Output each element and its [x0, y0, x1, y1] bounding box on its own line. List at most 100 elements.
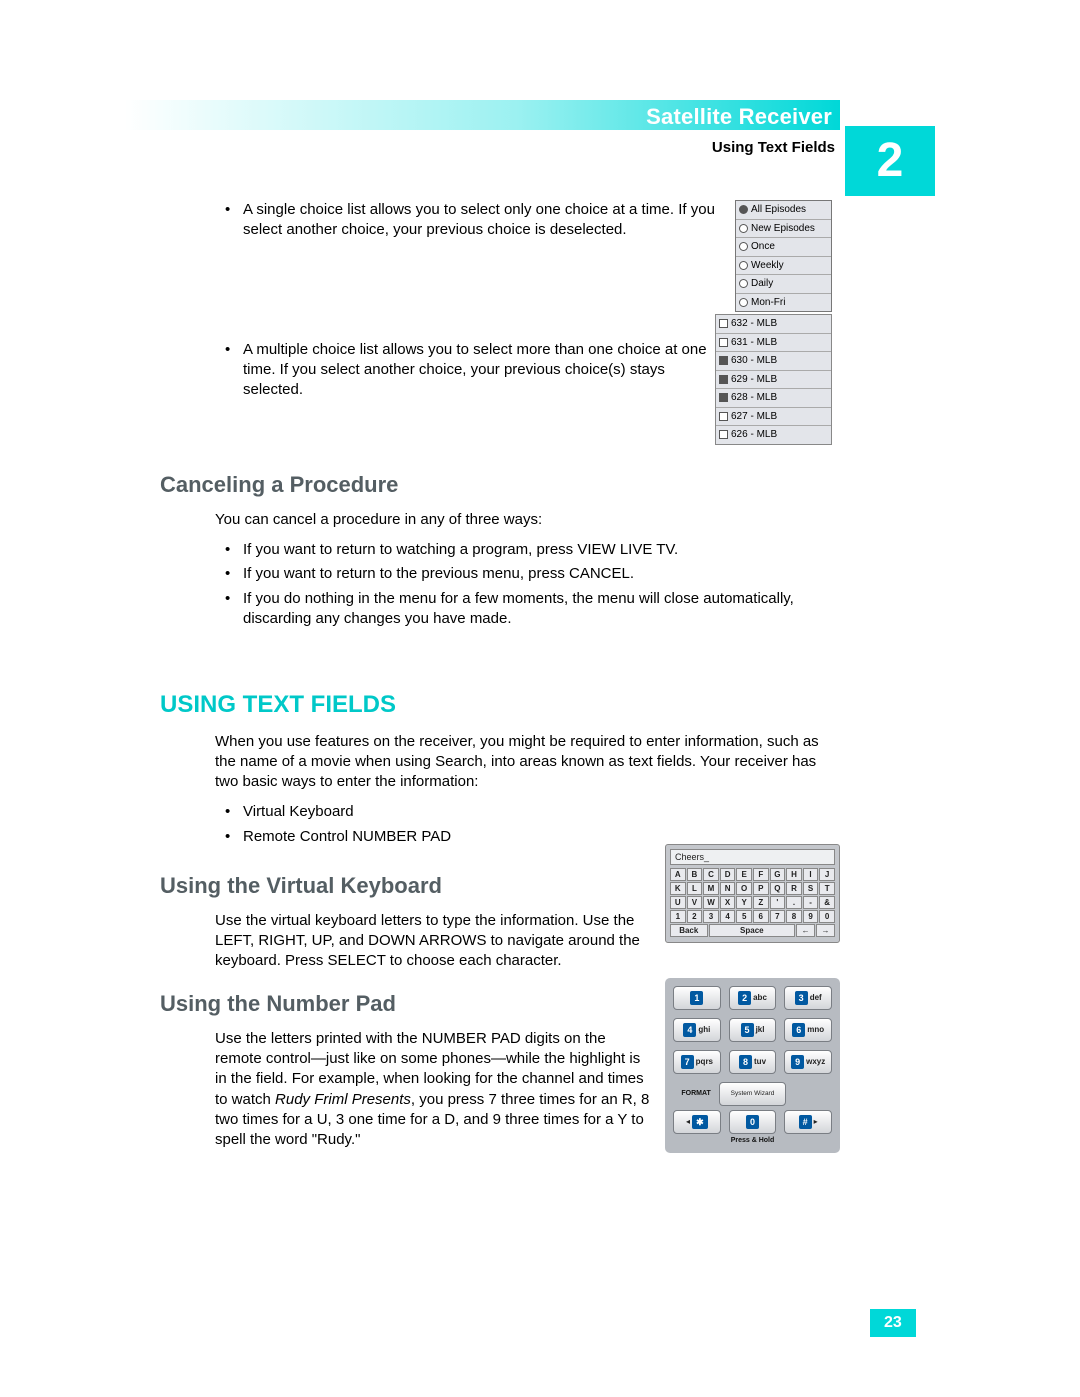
numpad-body: Use the letters printed with the NUMBER …: [215, 1029, 655, 1151]
keyboard-key: C: [703, 868, 719, 881]
keyboard-key: W: [703, 896, 719, 909]
radio-icon: [739, 242, 748, 251]
checkbox-icon: [719, 356, 728, 365]
keyboard-key: Y: [736, 896, 752, 909]
list-item: 630 - MLB: [716, 352, 831, 371]
keyboard-key: H: [786, 868, 802, 881]
keyboard-key: X: [720, 896, 736, 909]
checkbox-icon: [719, 393, 728, 402]
list-item: 629 - MLB: [716, 371, 831, 390]
list-item: 627 - MLB: [716, 408, 831, 427]
numpad-key: 4ghi: [673, 1018, 721, 1042]
keyboard-key: D: [720, 868, 736, 881]
keyboard-key: 0: [819, 910, 835, 923]
keyboard-key: F: [753, 868, 769, 881]
numpad-key-zero: 0: [729, 1110, 777, 1134]
radio-icon: [739, 279, 748, 288]
numpad-key: 5jkl: [729, 1018, 777, 1042]
keyboard-key: .: [786, 896, 802, 909]
figure-virtual-keyboard: Cheers_ ABCDEFGHIJKLMNOPQRSTUVWXYZ'.-&12…: [665, 844, 840, 943]
keyboard-key: 8: [786, 910, 802, 923]
radio-icon: [739, 261, 748, 270]
figure-number-pad: 1 2abc 3def 4ghi 5jkl 6mno 7pqrs 8tuv 9wxyz FORM…: [665, 978, 840, 1153]
numpad-key: 3def: [784, 986, 832, 1010]
list-item: Once: [736, 238, 831, 257]
keyboard-key: O: [736, 882, 752, 895]
keyboard-key: 9: [803, 910, 819, 923]
text-method-item: Virtual Keyboard: [215, 802, 840, 822]
list-item: 632 - MLB: [716, 315, 831, 334]
keyboard-key: K: [670, 882, 686, 895]
list-item: Daily: [736, 275, 831, 294]
keyboard-key: ': [770, 896, 786, 909]
keyboard-key: -: [803, 896, 819, 909]
keyboard-key: A: [670, 868, 686, 881]
numpad-key-star: ◂ ✱: [673, 1110, 721, 1134]
keyboard-key: Q: [770, 882, 786, 895]
keyboard-key: 1: [670, 910, 686, 923]
numpad-key: 8tuv: [729, 1050, 777, 1074]
keyboard-key: 6: [753, 910, 769, 923]
numpad-key-hash: # ▸: [784, 1110, 832, 1134]
radio-icon: [739, 224, 748, 233]
keyboard-key: P: [753, 882, 769, 895]
keyboard-key: 2: [687, 910, 703, 923]
list-item: All Episodes: [736, 201, 831, 220]
keyboard-key: M: [703, 882, 719, 895]
numpad-key: 9wxyz: [784, 1050, 832, 1074]
cancel-item: If you do nothing in the menu for a few …: [215, 589, 840, 630]
keyboard-key: R: [786, 882, 802, 895]
keyboard-key: G: [770, 868, 786, 881]
keyboard-key: I: [803, 868, 819, 881]
keyboard-key: S: [803, 882, 819, 895]
keyboard-key-back: Back: [670, 924, 708, 937]
list-item: 626 - MLB: [716, 426, 831, 444]
keyboard-key: 4: [720, 910, 736, 923]
numpad-press-hold: Press & Hold: [673, 1136, 832, 1145]
checkbox-icon: [719, 338, 728, 347]
keyboard-key: U: [670, 896, 686, 909]
numpad-key: 7pqrs: [673, 1050, 721, 1074]
keyboard-key: B: [687, 868, 703, 881]
bullet-multi-choice: A multiple choice list allows you to sel…: [215, 340, 723, 401]
heading-canceling: Canceling a Procedure: [160, 470, 840, 500]
keyboard-key-space: Space: [709, 924, 796, 937]
keyboard-key-left: ←: [796, 924, 815, 937]
keyboard-key: T: [819, 882, 835, 895]
numpad-label-format: FORMAT: [673, 1089, 719, 1098]
keyboard-key: V: [687, 896, 703, 909]
list-item: New Episodes: [736, 220, 831, 239]
cancel-intro: You can cancel a procedure in any of thr…: [215, 510, 840, 530]
chapter-title: Satellite Receiver: [646, 102, 832, 132]
numpad-key: 1: [673, 986, 721, 1010]
keyboard-key: E: [736, 868, 752, 881]
checkbox-icon: [719, 375, 728, 384]
keyboard-key-right: →: [816, 924, 835, 937]
numpad-key: 6mno: [784, 1018, 832, 1042]
radio-icon: [739, 205, 748, 214]
keyboard-key: 7: [770, 910, 786, 923]
list-item: Mon-Fri: [736, 294, 831, 312]
vkb-body: Use the virtual keyboard letters to type…: [215, 911, 655, 972]
checkbox-icon: [719, 319, 728, 328]
keyboard-key: J: [819, 868, 835, 881]
list-item: 628 - MLB: [716, 389, 831, 408]
page-number: 23: [870, 1309, 916, 1337]
checkbox-icon: [719, 412, 728, 421]
bullet-single-choice: A single choice list allows you to selec…: [215, 200, 743, 241]
figure-multi-choice-list: 632 - MLB 631 - MLB 630 - MLB 629 - MLB …: [715, 314, 832, 445]
list-item: Weekly: [736, 257, 831, 276]
header-bar: Satellite Receiver: [125, 100, 840, 130]
keyboard-key: L: [687, 882, 703, 895]
cancel-item: If you want to return to watching a prog…: [215, 540, 840, 560]
radio-icon: [739, 298, 748, 307]
chapter-number-tab: 2: [845, 126, 935, 196]
figure-single-choice-list: All Episodes New Episodes Once Weekly Da…: [735, 200, 832, 312]
page-subtitle: Using Text Fields: [712, 138, 835, 158]
keyboard-key: 5: [736, 910, 752, 923]
numpad-key: 2abc: [729, 986, 777, 1010]
keyboard-key: N: [720, 882, 736, 895]
numpad-system-wizard: System Wizard: [719, 1082, 786, 1106]
checkbox-icon: [719, 430, 728, 439]
text-fields-intro: When you use features on the receiver, y…: [215, 732, 840, 793]
